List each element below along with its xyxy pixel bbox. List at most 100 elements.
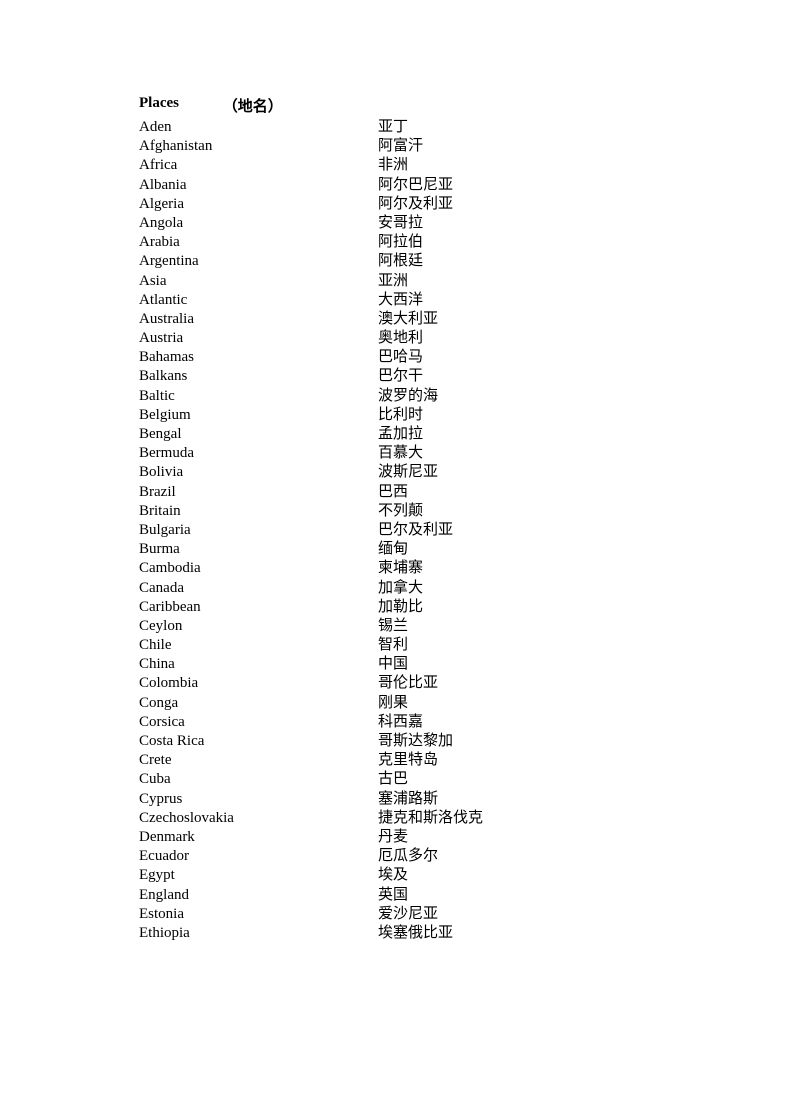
entry-english: Arabia	[139, 233, 378, 252]
entry-english: Baltic	[139, 387, 378, 406]
entry-row: Belgium比利时	[139, 406, 792, 425]
entry-row: Bahamas巴哈马	[139, 348, 792, 367]
entry-row: Albania阿尔巴尼亚	[139, 176, 792, 195]
entry-chinese: 阿尔巴尼亚	[378, 176, 453, 195]
entry-row: Crete克里特岛	[139, 751, 792, 770]
header-title-en: Places	[139, 95, 219, 112]
entry-row: Bolivia波斯尼亚	[139, 463, 792, 482]
entry-chinese: 中国	[378, 655, 408, 674]
entry-row: Bermuda百慕大	[139, 444, 792, 463]
entry-english: England	[139, 886, 378, 905]
entry-english: Africa	[139, 156, 378, 175]
entry-row: Africa非洲	[139, 156, 792, 175]
header-row: Places （地名）	[139, 95, 792, 116]
entry-chinese: 丹麦	[378, 828, 408, 847]
entry-english: Balkans	[139, 367, 378, 386]
entry-row: Asia亚洲	[139, 272, 792, 291]
entry-row: Argentina阿根廷	[139, 252, 792, 271]
entry-row: Burma缅甸	[139, 540, 792, 559]
entry-chinese: 埃塞俄比亚	[378, 924, 453, 943]
entry-english: Estonia	[139, 905, 378, 924]
entry-chinese: 阿尔及利亚	[378, 195, 453, 214]
entry-row: Brazil巴西	[139, 483, 792, 502]
entry-row: England英国	[139, 886, 792, 905]
entry-chinese: 百慕大	[378, 444, 423, 463]
entry-chinese: 巴尔及利亚	[378, 521, 453, 540]
entry-english: Bulgaria	[139, 521, 378, 540]
entry-row: Arabia阿拉伯	[139, 233, 792, 252]
entry-row: Australia澳大利亚	[139, 310, 792, 329]
entry-row: Conga刚果	[139, 694, 792, 713]
document-page: Places （地名） Aden亚丁Afghanistan阿富汗Africa非洲…	[0, 0, 792, 943]
entry-english: Atlantic	[139, 291, 378, 310]
entry-row: Bengal孟加拉	[139, 425, 792, 444]
entry-english: Burma	[139, 540, 378, 559]
entry-chinese: 克里特岛	[378, 751, 438, 770]
entry-chinese: 缅甸	[378, 540, 408, 559]
entry-chinese: 亚丁	[378, 118, 408, 137]
entry-row: Corsica科西嘉	[139, 713, 792, 732]
entry-chinese: 阿拉伯	[378, 233, 423, 252]
entry-chinese: 英国	[378, 886, 408, 905]
entry-chinese: 非洲	[378, 156, 408, 175]
entry-chinese: 不列颠	[378, 502, 423, 521]
entry-chinese: 古巴	[378, 770, 408, 789]
entry-row: Atlantic大西洋	[139, 291, 792, 310]
entry-row: Colombia哥伦比亚	[139, 674, 792, 693]
entry-english: Costa Rica	[139, 732, 378, 751]
entry-english: Bermuda	[139, 444, 378, 463]
entry-chinese: 澳大利亚	[378, 310, 438, 329]
entry-english: Bahamas	[139, 348, 378, 367]
entry-chinese: 捷克和斯洛伐克	[378, 809, 483, 828]
entry-english: Czechoslovakia	[139, 809, 378, 828]
entry-row: Denmark丹麦	[139, 828, 792, 847]
entry-chinese: 巴尔干	[378, 367, 423, 386]
entry-english: Ethiopia	[139, 924, 378, 943]
entry-english: Britain	[139, 502, 378, 521]
entry-row: Ceylon锡兰	[139, 617, 792, 636]
entry-chinese: 波斯尼亚	[378, 463, 438, 482]
entry-chinese: 哥伦比亚	[378, 674, 438, 693]
entry-english: Brazil	[139, 483, 378, 502]
entry-english: Aden	[139, 118, 378, 137]
entry-chinese: 塞浦路斯	[378, 790, 438, 809]
entry-row: Bulgaria巴尔及利亚	[139, 521, 792, 540]
entry-chinese: 亚洲	[378, 272, 408, 291]
entry-english: Cambodia	[139, 559, 378, 578]
entry-chinese: 刚果	[378, 694, 408, 713]
entry-chinese: 锡兰	[378, 617, 408, 636]
entry-row: Costa Rica哥斯达黎加	[139, 732, 792, 751]
entry-english: Denmark	[139, 828, 378, 847]
entries-list: Aden亚丁Afghanistan阿富汗Africa非洲Albania阿尔巴尼亚…	[139, 118, 792, 943]
entry-row: Caribbean加勒比	[139, 598, 792, 617]
entry-row: Egypt埃及	[139, 866, 792, 885]
entry-chinese: 科西嘉	[378, 713, 423, 732]
entry-english: Caribbean	[139, 598, 378, 617]
entry-chinese: 孟加拉	[378, 425, 423, 444]
entry-row: Chile智利	[139, 636, 792, 655]
entry-english: Colombia	[139, 674, 378, 693]
entry-english: Australia	[139, 310, 378, 329]
entry-chinese: 巴西	[378, 483, 408, 502]
entry-english: Albania	[139, 176, 378, 195]
entry-english: Algeria	[139, 195, 378, 214]
entry-english: China	[139, 655, 378, 674]
entry-row: Algeria阿尔及利亚	[139, 195, 792, 214]
entry-chinese: 阿富汗	[378, 137, 423, 156]
entry-english: Chile	[139, 636, 378, 655]
entry-chinese: 加勒比	[378, 598, 423, 617]
entry-row: Baltic波罗的海	[139, 387, 792, 406]
entry-english: Afghanistan	[139, 137, 378, 156]
entry-chinese: 阿根廷	[378, 252, 423, 271]
entry-chinese: 爱沙尼亚	[378, 905, 438, 924]
entry-english: Corsica	[139, 713, 378, 732]
entry-row: Austria奥地利	[139, 329, 792, 348]
entry-row: Estonia爱沙尼亚	[139, 905, 792, 924]
entry-row: Britain不列颠	[139, 502, 792, 521]
entry-row: Canada加拿大	[139, 579, 792, 598]
entry-chinese: 巴哈马	[378, 348, 423, 367]
entry-row: Cuba古巴	[139, 770, 792, 789]
entry-row: Ecuador厄瓜多尔	[139, 847, 792, 866]
entry-english: Cyprus	[139, 790, 378, 809]
entry-english: Cuba	[139, 770, 378, 789]
